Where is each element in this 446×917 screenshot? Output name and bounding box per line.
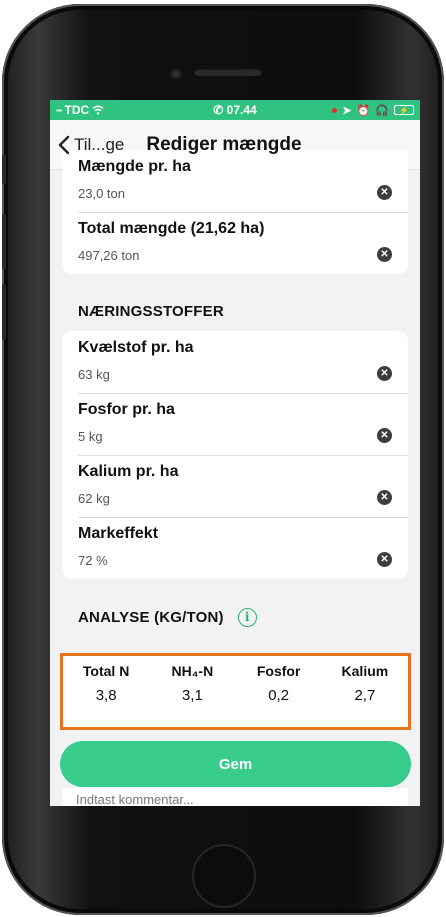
analysis-section-title: ANALYSE (KG/TON) i (50, 605, 420, 629)
clear-icon[interactable]: ✕ (377, 247, 392, 262)
column-value: 3,8 (95, 687, 117, 704)
nitrogen-per-ha-field[interactable]: Kvælstof pr. ha 63 kg ✕ (62, 331, 408, 393)
column-header: Total N (82, 663, 130, 679)
comment-input[interactable]: Indtast kommentar... (62, 788, 408, 806)
nutrients-section-title: NÆRINGSSTOFFER (50, 301, 420, 321)
battery-charging-icon: ⚡ (394, 105, 414, 115)
column-header: Kalium (341, 663, 389, 679)
column-header: NH₄-N (171, 663, 214, 679)
clear-icon[interactable]: ✕ (377, 490, 392, 505)
save-button[interactable]: Gem (60, 741, 411, 787)
analysis-table: Total N 3,8 NH₄-N 3,1 Fosfor 0,2 Kalium … (60, 653, 411, 730)
location-icon: ➤ (342, 104, 352, 117)
potassium-per-ha-field[interactable]: Kalium pr. ha 62 kg ✕ (62, 455, 408, 517)
field-value: 72 % (78, 553, 108, 568)
nutrients-card: Kvælstof pr. ha 63 kg ✕ Fosfor pr. ha 5 … (62, 331, 408, 579)
column-value: 0,2 (268, 687, 290, 704)
mute-switch (2, 154, 6, 184)
clear-icon[interactable]: ✕ (377, 428, 392, 443)
headphones-icon: 🎧 (375, 104, 389, 117)
field-value: 497,26 ton (78, 248, 140, 263)
carrier-group: ▪▪▪ TDC (56, 103, 104, 117)
signal-icon: ▪▪▪ (56, 105, 62, 115)
front-camera (170, 68, 182, 80)
section-title-text: ANALYSE (KG/TON) (78, 608, 224, 626)
home-button[interactable] (192, 844, 256, 908)
field-label: Total mængde (21,62 ha) (78, 220, 265, 237)
field-label: Fosfor pr. ha (78, 401, 175, 418)
field-value: 5 kg (78, 429, 103, 444)
alarm-icon: ⏰ (356, 104, 371, 117)
carrier-label: TDC (64, 103, 90, 117)
field-label: Markeffekt (78, 525, 159, 542)
analysis-column-total-n: Total N 3,8 (63, 663, 149, 727)
column-header: Fosfor (256, 663, 301, 679)
quantity-card: Mængde pr. ha 23,0 ton ✕ Total mængde (2… (62, 150, 408, 274)
info-icon[interactable]: i (237, 607, 257, 627)
field-effect-field[interactable]: Markeffekt 72 % ✕ (62, 517, 408, 579)
status-bar: ▪▪▪ TDC ✆ 07.44 ➤ ⏰ 🎧 ⚡ (50, 100, 420, 120)
analysis-column-nh4-n: NH₄-N 3,1 (149, 663, 235, 727)
column-value: 3,1 (181, 687, 203, 704)
field-value: 23,0 ton (78, 186, 125, 201)
analysis-column-phosphorus: Fosfor 0,2 (236, 663, 322, 727)
phone-call-icon: ✆ (213, 103, 227, 117)
field-value: 62 kg (78, 491, 110, 506)
status-indicators: ➤ ⏰ 🎧 ⚡ (332, 104, 414, 117)
status-time: 07.44 (226, 103, 257, 117)
volume-up-button (2, 214, 6, 270)
volume-down-button (2, 284, 6, 340)
recording-dot-icon (332, 107, 338, 113)
app-screen: ▪▪▪ TDC ✆ 07.44 ➤ ⏰ 🎧 ⚡ Til...ge Rediger… (50, 100, 420, 806)
field-label: Kvælstof pr. ha (78, 339, 194, 356)
field-label: Mængde pr. ha (78, 158, 191, 175)
quantity-per-ha-field[interactable]: Mængde pr. ha 23,0 ton ✕ (62, 150, 408, 212)
total-quantity-field[interactable]: Total mængde (21,62 ha) 497,26 ton ✕ (62, 212, 408, 274)
analysis-column-potassium: Kalium 2,7 (322, 663, 408, 727)
clear-icon[interactable]: ✕ (377, 185, 392, 200)
earpiece-speaker (194, 68, 262, 76)
field-label: Kalium pr. ha (78, 463, 179, 480)
phosphorus-per-ha-field[interactable]: Fosfor pr. ha 5 kg ✕ (62, 393, 408, 455)
field-value: 63 kg (78, 367, 110, 382)
section-title-text: NÆRINGSSTOFFER (78, 302, 224, 320)
wifi-icon (92, 105, 104, 115)
clear-icon[interactable]: ✕ (377, 366, 392, 381)
clear-icon[interactable]: ✕ (377, 552, 392, 567)
phone-frame: ▪▪▪ TDC ✆ 07.44 ➤ ⏰ 🎧 ⚡ Til...ge Rediger… (2, 4, 444, 915)
column-value: 2,7 (354, 687, 376, 704)
